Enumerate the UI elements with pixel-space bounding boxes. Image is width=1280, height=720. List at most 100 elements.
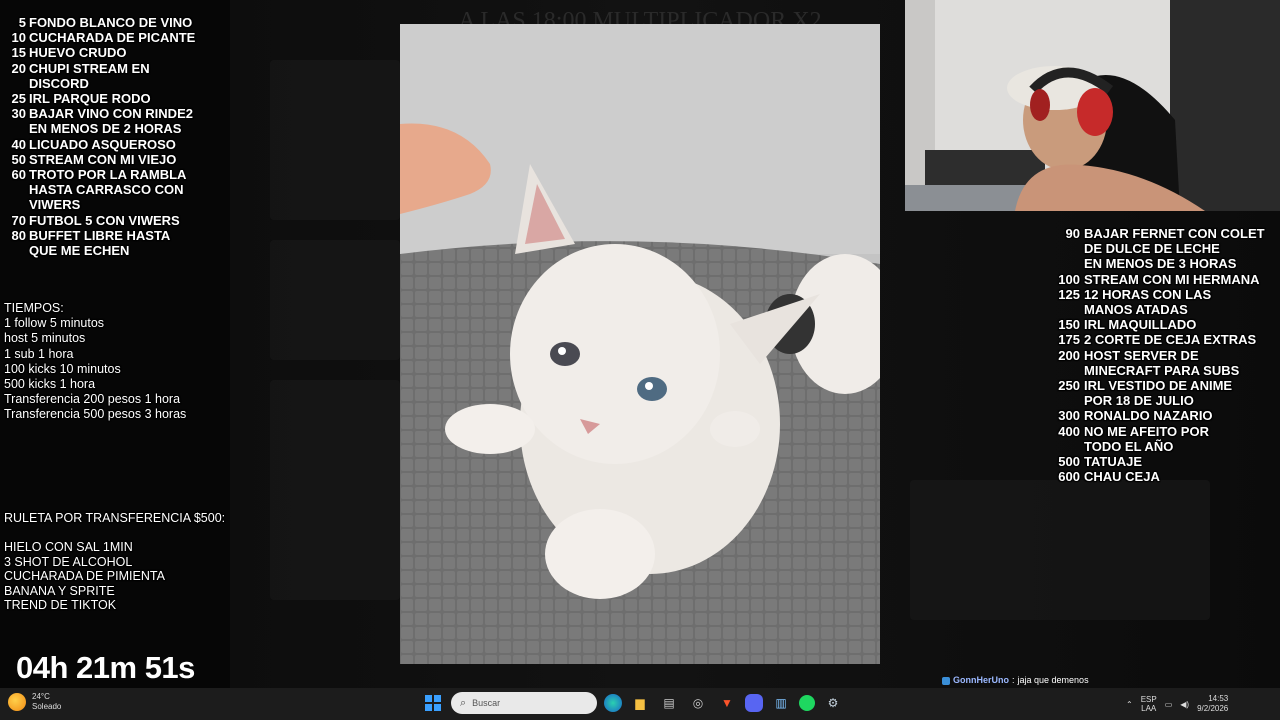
goal-row: 60 TROTO POR LA RAMBLA HASTA CARRASCO CON…: [4, 167, 195, 213]
goal-text: BUFFET LIBRE HASTA QUE ME ECHEN: [29, 227, 171, 259]
goal-row: 400 NO ME AFEITO POR TODO EL AÑO: [1058, 424, 1265, 454]
goal-row: 25 IRL PARQUE RODO: [4, 91, 195, 106]
chat-message: GonnHerUno: jaja que demenos: [942, 672, 1135, 689]
ruleta-lines: HIELO CON SAL 1MIN 3 SHOT DE ALCOHOL CUCHA…: [4, 540, 225, 613]
goal-text: HUEVO CRUDO: [29, 45, 127, 61]
rule-line: 500 kicks 1 hora: [4, 377, 96, 392]
background-panel: [270, 240, 400, 360]
weather-widget[interactable]: 24°C Soleado: [8, 692, 61, 712]
edge-icon[interactable]: [604, 694, 622, 712]
chat-text: jaja que demenos: [1017, 675, 1089, 685]
goal-amount: 300: [1058, 408, 1080, 424]
chevron-up-icon[interactable]: ⌃: [1126, 700, 1133, 709]
goal-row: 250 IRL VESTIDO DE ANIME POR 18 DE JULIO: [1058, 378, 1265, 408]
rule-line: 1 follow 5 minutos: [4, 316, 105, 331]
rule-line: CUCHARADA DE PIMIENTA: [4, 569, 165, 584]
goal-row: 50 STREAM CON MI VIEJO: [4, 152, 195, 167]
goal-row: 70 FUTBOL 5 CON VIWERS: [4, 213, 195, 228]
tiempos-lines: 1 follow 5 minutos host 5 minutos 1 sub 1 …: [4, 316, 186, 422]
rule-line: host 5 minutos: [4, 331, 86, 346]
language-code: ESP: [1140, 695, 1157, 704]
goal-amount: 80: [11, 227, 26, 243]
terminal-icon[interactable]: ▤: [658, 692, 680, 714]
rule-line: 1 sub 1 hora: [4, 346, 74, 361]
goal-row: 20 CHUPI STREAM EN DISCORD: [4, 61, 195, 91]
goal-amount: 30: [11, 106, 26, 122]
taskbar-icons: ⌕ Buscar ▆ ▤ ◎ ▼ ▥ ⚙: [422, 692, 844, 714]
windows-start-icon[interactable]: [422, 692, 444, 714]
goal-amount: 5: [18, 15, 26, 30]
folder-icon[interactable]: ▆: [629, 692, 651, 714]
rule-line: Transferencia 200 pesos 1 hora: [4, 392, 181, 407]
goal-text: IRL MAQUILLADO: [1084, 317, 1197, 333]
goal-amount: 200: [1058, 347, 1080, 363]
goal-row: 10 CUCHARADA DE PICANTE: [4, 30, 196, 46]
goal-amount: 600: [1058, 469, 1080, 485]
rule-line: HIELO CON SAL 1MIN: [4, 540, 133, 555]
search-placeholder: Buscar: [472, 698, 501, 708]
goal-amount: 40: [11, 136, 26, 152]
webcam-feed: [905, 0, 1280, 211]
discord-icon[interactable]: [745, 694, 763, 712]
goal-amount: 70: [11, 212, 26, 228]
goal-row: 100 STREAM CON MI HERMANA: [1058, 272, 1265, 287]
goal-row: 5 FONDO BLANCO DE VINO: [4, 15, 195, 30]
goal-amount: 25: [11, 91, 26, 107]
chat-separator: :: [1012, 675, 1015, 685]
goal-amount: 15: [11, 45, 26, 61]
goal-amount: 125: [1058, 286, 1080, 302]
goal-amount: 250: [1058, 378, 1080, 394]
goal-row: 90 BAJAR FERNET CON COLET DE DULCE DE LEC…: [1058, 226, 1265, 272]
goal-text: TATUAJE: [1084, 454, 1143, 470]
goal-amount: 60: [11, 167, 26, 183]
volume-icon[interactable]: ◀): [1180, 700, 1189, 709]
goal-text: FUTBOL 5 CON VIWERS: [29, 212, 180, 228]
rule-line: BANANA Y SPRITE: [4, 583, 115, 598]
goal-amount: 50: [11, 151, 26, 167]
goal-row: 15 HUEVO CRUDO: [4, 45, 195, 60]
goal-row: 600 CHAU CEJA: [1058, 469, 1265, 484]
steam-alt-icon[interactable]: ◎: [687, 692, 709, 714]
stream-timer: 04h 21m 51s: [16, 650, 195, 685]
goal-text: CUCHARADA DE PICANTE: [29, 30, 196, 46]
weather-desc: Soleado: [32, 702, 62, 711]
goal-text: STREAM CON MI VIEJO: [29, 151, 177, 167]
goal-text: BAJAR VINO CON RINDE2 EN MENOS DE 2 HORA…: [29, 106, 193, 137]
rule-line: 3 SHOT DE ALCOHOL: [4, 554, 133, 569]
tiempos-header: TIEMPOS:: [4, 301, 64, 315]
goal-row: 300 RONALDO NAZARIO: [1058, 408, 1265, 423]
goal-amount: 10: [11, 30, 26, 46]
goal-text: TROTO POR LA RAMBLA HASTA CARRASCO CON V…: [29, 167, 187, 213]
goal-row: 500 TATUAJE: [1058, 454, 1265, 469]
goal-text: IRL PARQUE RODO: [29, 91, 151, 107]
goal-amount: 20: [11, 60, 26, 76]
rule-line: 100 kicks 10 minutos: [4, 361, 121, 376]
goals-list-right: 90 BAJAR FERNET CON COLET DE DULCE DE LEC…: [1058, 226, 1265, 484]
goal-amount: 150: [1058, 317, 1080, 333]
taskbar-search-box[interactable]: ⌕ Buscar: [451, 692, 597, 714]
goal-text: 12 HORAS CON LAS MANOS ATADAS: [1084, 286, 1212, 318]
webcam-illustration: [905, 0, 1280, 211]
steam-icon[interactable]: ⚙: [822, 692, 844, 714]
notepad-icon[interactable]: ▥: [770, 692, 792, 714]
brave-icon[interactable]: ▼: [716, 692, 738, 714]
rule-line: Transferencia 500 pesos 3 horas: [4, 407, 187, 422]
ruleta-header: RULETA POR TRANSFERENCIA $500:: [4, 511, 226, 525]
kitten-photo: [400, 24, 880, 664]
goal-row: 40 LICUADO ASQUEROSO: [4, 137, 195, 152]
spotify-icon[interactable]: [799, 695, 815, 711]
network-icon[interactable]: ▭: [1165, 700, 1173, 709]
goal-text: CHUPI STREAM EN DISCORD: [29, 60, 150, 91]
weather-temp: 24°C: [32, 692, 50, 701]
goal-amount: 175: [1058, 332, 1080, 348]
goal-text: 2 CORTE DE CEJA EXTRAS: [1084, 332, 1257, 348]
search-icon: ⌕: [460, 696, 467, 709]
goal-text: IRL VESTIDO DE ANIME POR 18 DE JULIO: [1084, 378, 1233, 409]
goal-text: CHAU CEJA: [1084, 469, 1160, 485]
tiempos-block: TIEMPOS: 1 follow 5 minutos host 5 minuto…: [4, 301, 186, 423]
kitten-illustration: [400, 24, 880, 664]
language-indicator[interactable]: ESP LAA: [1141, 695, 1157, 713]
goal-amount: 90: [1065, 226, 1080, 241]
taskbar-clock[interactable]: 14:53 9/2/2026: [1197, 694, 1228, 714]
goal-row: 150 IRL MAQUILLADO: [1058, 317, 1265, 332]
